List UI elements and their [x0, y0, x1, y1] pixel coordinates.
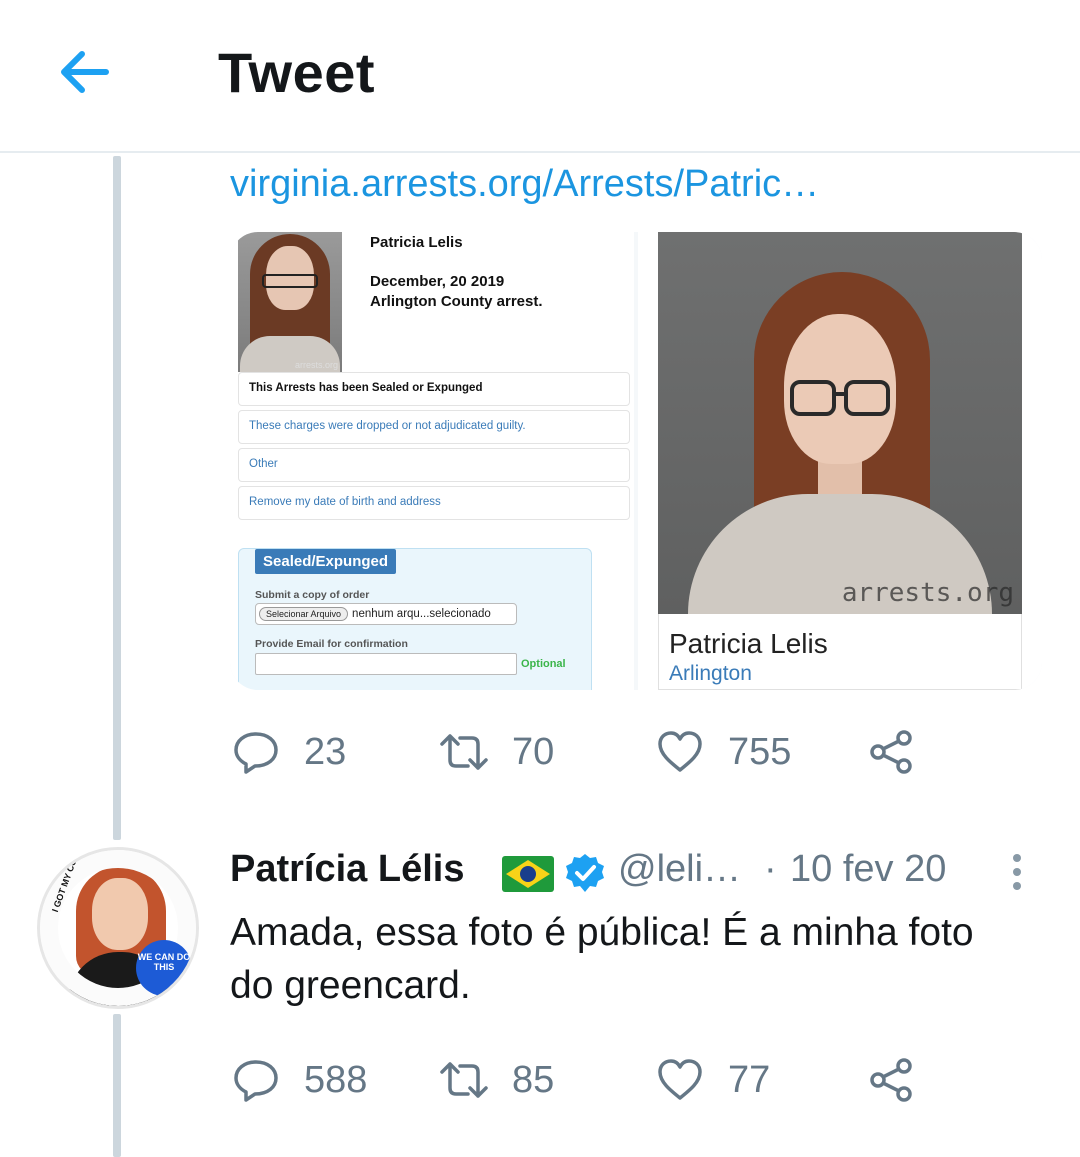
reply-text: Amada, essa foto é pública! É a minha fo…: [230, 911, 974, 1007]
mugshot-caption: Patricia Lelis Arlington: [658, 614, 1022, 690]
like-button[interactable]: 755: [654, 726, 791, 778]
share-icon: [870, 730, 912, 774]
email-field: [255, 653, 517, 675]
thread-line-lower: [113, 1014, 121, 1157]
mugshot-name: Patricia Lelis: [669, 628, 828, 659]
reply-button[interactable]: 23: [230, 726, 346, 778]
arrest-name: Patricia Lelis: [370, 234, 463, 251]
retweet-button[interactable]: 85: [438, 1054, 554, 1106]
thumbnail-watermark: arrests.org: [294, 360, 338, 370]
sealed-form-title: Sealed/Expunged: [255, 549, 397, 574]
avatar-badge: WE CAN DO THIS: [136, 940, 192, 996]
arrest-date: December, 20 2019 Arlington County arres…: [370, 272, 630, 312]
reply-icon: [234, 1060, 278, 1102]
arrest-location-line: Arlington County arrest.: [370, 293, 543, 310]
tweet-media[interactable]: arrests.org Patricia Lelis December, 20 …: [230, 232, 1042, 690]
reply-actions: 588 85 77: [230, 1054, 930, 1106]
retweet-icon: [440, 734, 488, 770]
page-title: Tweet: [218, 41, 376, 104]
tweet-link[interactable]: virginia.arrests.org/Arrests/Patric…: [230, 163, 819, 206]
tweet-timestamp[interactable]: 10 fev 20: [790, 848, 946, 891]
sealed-notice-row: This Arrests has been Sealed or Expunged: [238, 372, 630, 406]
author-handle[interactable]: @leli…: [618, 848, 741, 891]
file-picker: Selecionar Arquivo nenhum arqu...selecio…: [255, 603, 517, 625]
mugshot-watermark: arrests.org: [841, 578, 1014, 608]
reply-button[interactable]: 588: [230, 1054, 367, 1106]
brazil-flag-icon: [502, 856, 554, 892]
tweet-actions: 23 70 755: [230, 726, 930, 778]
mugshot-city: Arlington: [669, 662, 752, 685]
more-options-icon[interactable]: [1002, 850, 1032, 898]
separator: ·: [764, 848, 777, 890]
sealed-form: Sealed/Expunged Submit a copy of order S…: [238, 548, 592, 690]
choose-file-button: Selecionar Arquivo: [259, 607, 349, 621]
like-count: 755: [728, 730, 792, 773]
top-bar: Tweet: [0, 0, 1080, 153]
optional-label: Optional: [521, 658, 566, 670]
media-image-mugshot[interactable]: arrests.org Patricia Lelis Arlington: [638, 232, 1042, 690]
retweet-count: 85: [512, 1058, 555, 1101]
option-row: These charges were dropped or not adjudi…: [238, 410, 630, 444]
option-row: Remove my date of birth and address: [238, 486, 630, 520]
retweet-count: 70: [512, 730, 555, 773]
share-button[interactable]: [866, 726, 918, 778]
author-name[interactable]: Patrícia Lélis: [230, 848, 464, 891]
verified-badge-icon: [566, 854, 604, 892]
retweet-icon: [440, 1062, 488, 1098]
submit-order-label: Submit a copy of order: [255, 589, 370, 601]
mugshot-photo: arrests.org: [658, 232, 1022, 614]
avatar[interactable]: I GOT MY COVID-19 VACCINE WE CAN DO THIS: [37, 847, 199, 1009]
share-icon: [870, 1058, 912, 1102]
mugshot-thumbnail: arrests.org: [238, 232, 342, 372]
like-button[interactable]: 77: [654, 1054, 770, 1106]
share-button[interactable]: [866, 1054, 918, 1106]
arrow-left-icon: [61, 51, 109, 93]
heart-icon: [658, 731, 702, 772]
reply-count: 588: [304, 1058, 368, 1101]
reply-header: Patrícia Lélis @leli… · 10 fev 20: [230, 848, 1030, 900]
like-count: 77: [728, 1058, 771, 1101]
arrest-date-line: December, 20 2019: [370, 273, 505, 290]
media-image-arrest-page[interactable]: arrests.org Patricia Lelis December, 20 …: [230, 232, 634, 690]
option-row: Other: [238, 448, 630, 482]
retweet-button[interactable]: 70: [438, 726, 554, 778]
file-status: nenhum arqu...selecionado: [352, 608, 491, 620]
reply-icon: [234, 732, 278, 774]
thread-line-upper: [113, 156, 121, 840]
email-label: Provide Email for confirmation: [255, 638, 408, 650]
heart-icon: [658, 1059, 702, 1100]
reply-count: 23: [304, 730, 347, 773]
back-button[interactable]: [52, 40, 116, 104]
